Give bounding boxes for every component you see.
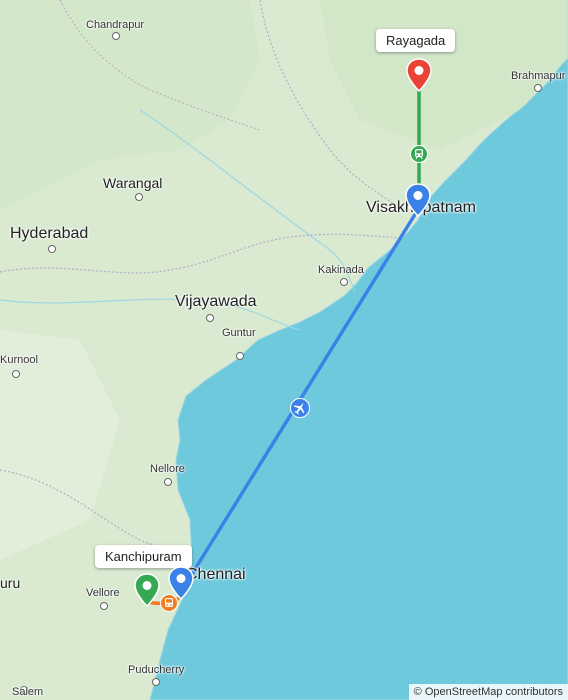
city-dot-brahmapur	[534, 84, 542, 92]
origin-pin-icon[interactable]	[133, 573, 161, 607]
place-warangal: Warangal	[103, 175, 163, 191]
city-dot-kakinada	[340, 278, 348, 286]
place-brahmapur: Brahmapur	[511, 70, 566, 82]
city-dot-nellore	[164, 478, 172, 486]
place-hyderabad: Hyderabad	[10, 225, 89, 242]
city-dot-kurnool	[12, 370, 20, 378]
place-puducherry: Puducherry	[128, 664, 185, 676]
city-dot-hyderabad	[48, 245, 56, 253]
city-dot-vijayawada	[206, 314, 214, 322]
chennai-pin-icon[interactable]	[167, 566, 195, 600]
city-dot-vellore	[100, 602, 108, 610]
place-vellore: Vellore	[86, 587, 120, 599]
destination-callout[interactable]: Rayagada	[376, 29, 456, 52]
place-guntur: Guntur	[222, 327, 256, 339]
city-dot-chandrapur	[112, 32, 120, 40]
place-bengaluru-partial: uru	[0, 575, 21, 591]
city-dot-guntur	[236, 352, 244, 360]
map-attribution[interactable]: © OpenStreetMap contributors	[408, 684, 568, 700]
place-kurnool: Kurnool	[0, 354, 38, 366]
place-kakinada: Kakinada	[318, 264, 364, 276]
place-chandrapur: Chandrapur	[86, 19, 145, 31]
train-icon[interactable]	[410, 145, 428, 163]
place-vijayawada: Vijayawada	[175, 293, 257, 310]
visakhapatnam-pin-icon[interactable]	[404, 183, 432, 217]
destination-pin-icon[interactable]	[405, 58, 433, 92]
origin-callout[interactable]: Kanchipuram	[95, 545, 192, 568]
map-canvas[interactable]: Chandrapur Brahmapur Warangal Hyderabad …	[0, 0, 568, 700]
city-dot-puducherry	[152, 678, 160, 686]
city-dot-warangal	[135, 193, 143, 201]
place-salem: Salem	[12, 686, 44, 698]
airplane-icon[interactable]	[290, 398, 310, 418]
place-nellore: Nellore	[150, 463, 185, 475]
